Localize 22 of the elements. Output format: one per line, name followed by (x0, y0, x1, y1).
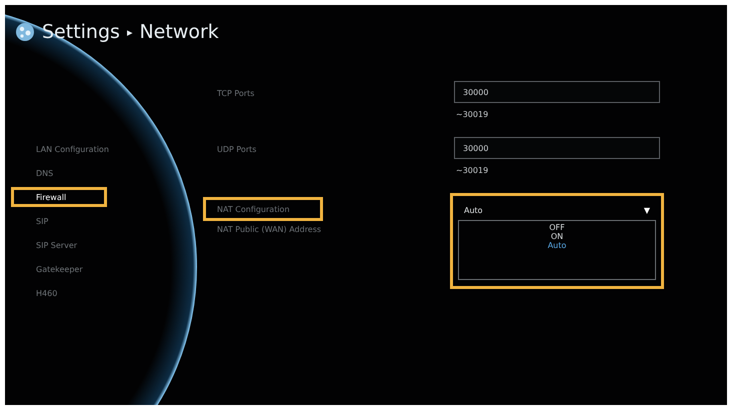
sidebar-item[interactable]: Firewall (11, 187, 107, 207)
dropdown-option[interactable]: Auto (548, 241, 566, 250)
sidebar-item[interactable]: SIP (11, 211, 107, 231)
sidebar-item[interactable]: LAN Configuration (11, 139, 118, 159)
field-label: UDP Ports (217, 144, 256, 154)
field-label: NAT Public (WAN) Address (217, 224, 322, 234)
nat-dropdown[interactable]: Auto ▼ (458, 200, 656, 220)
dropdown-option[interactable]: OFF (549, 223, 565, 232)
breadcrumb-separator: ▸ (126, 26, 132, 38)
sidebar-item[interactable]: SIP Server (11, 235, 107, 255)
port-range: ~30019 (456, 166, 488, 174)
globe-icon (15, 22, 35, 42)
page-subtitle: Network (139, 21, 219, 43)
port-field[interactable]: 30000 (454, 137, 660, 159)
dropdown-option[interactable]: ON (550, 232, 564, 241)
sidebar-item[interactable]: Gatekeeper (11, 259, 107, 279)
port-range: ~30019 (456, 110, 488, 118)
field-label: TCP Ports (217, 88, 254, 98)
port-field[interactable]: 30000 (454, 81, 660, 103)
sidebar-item[interactable]: H460 (11, 283, 107, 303)
sidebar-item[interactable]: DNS (11, 163, 107, 183)
field-label: NAT Configuration (203, 197, 323, 221)
